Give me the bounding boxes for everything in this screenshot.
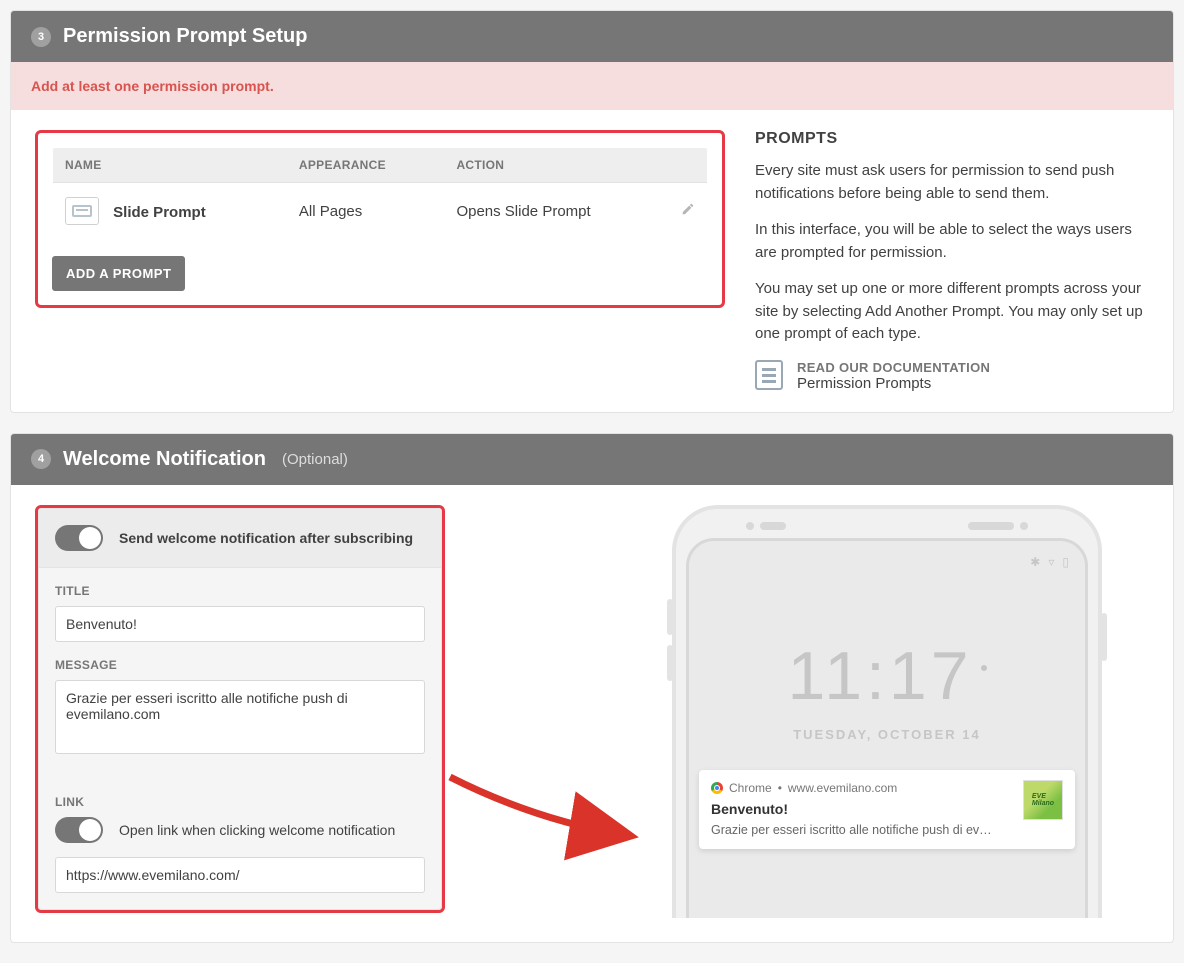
chrome-icon <box>711 782 723 794</box>
step-number: 3 <box>31 27 51 47</box>
panel-header: 4 Welcome Notification (Optional) <box>11 434 1173 485</box>
permission-prompt-panel: 3 Permission Prompt Setup Add at least o… <box>10 10 1174 413</box>
link-input[interactable] <box>55 857 425 893</box>
open-link-toggle[interactable] <box>55 817 103 843</box>
col-action: ACTION <box>444 148 669 183</box>
welcome-notification-panel: 4 Welcome Notification (Optional) Send w… <box>10 433 1174 943</box>
step-number: 4 <box>31 449 51 469</box>
welcome-form-highlight: Send welcome notification after subscrib… <box>35 505 445 913</box>
panel-header: 3 Permission Prompt Setup <box>11 11 1173 62</box>
row-appearance: All Pages <box>287 183 445 240</box>
notif-title: Benvenuto! <box>711 800 1013 820</box>
send-welcome-toggle[interactable] <box>55 525 103 551</box>
step-title: Permission Prompt Setup <box>63 25 308 48</box>
prompt-table-highlight: NAME APPEARANCE ACTION Slide Prompt <box>35 130 725 308</box>
bluetooth-icon: ✱ <box>1030 555 1040 569</box>
notif-message: Grazie per esseri iscritto alle notifich… <box>711 822 1011 840</box>
lock-date: TUESDAY, OCTOBER 14 <box>699 727 1075 742</box>
title-label: TITLE <box>55 584 425 598</box>
phone-preview: ✱ ▿ ▯ 11:17 TUESDAY, OCTOBER 14 Chrome • <box>672 505 1102 918</box>
notif-browser: Chrome <box>729 780 772 797</box>
notif-domain: www.evemilano.com <box>788 780 897 797</box>
title-input[interactable] <box>55 606 425 642</box>
help-p1: Every site must ask users for permission… <box>755 160 1149 205</box>
documentation-icon <box>755 360 783 390</box>
col-appearance: APPEARANCE <box>287 148 445 183</box>
link-label: LINK <box>55 795 425 809</box>
notif-app-logo: EVEMilano <box>1023 780 1063 820</box>
welcome-form: Send welcome notification after subscrib… <box>38 508 442 910</box>
lock-clock: 11:17 <box>699 637 1075 715</box>
prompts-help: PROMPTS Every site must ask users for pe… <box>755 130 1149 392</box>
doc-link[interactable]: Permission Prompts <box>797 375 990 392</box>
help-p2: In this interface, you will be able to s… <box>755 219 1149 264</box>
open-link-toggle-label: Open link when clicking welcome notifica… <box>119 822 395 838</box>
message-input[interactable]: Grazie per esseri iscritto alle notifich… <box>55 680 425 754</box>
status-icons: ✱ ▿ ▯ <box>699 555 1075 577</box>
doc-heading: READ OUR DOCUMENTATION <box>797 360 990 375</box>
step-optional: (Optional) <box>282 451 348 468</box>
col-name: NAME <box>53 148 287 183</box>
notification-preview: Chrome • www.evemilano.com Benvenuto! Gr… <box>699 770 1075 850</box>
edit-icon[interactable] <box>681 203 695 220</box>
step-title: Welcome Notification <box>63 448 266 471</box>
add-prompt-button[interactable]: ADD A PROMPT <box>52 256 185 291</box>
battery-icon: ▯ <box>1062 555 1069 569</box>
table-row[interactable]: Slide Prompt All Pages Opens Slide Promp… <box>53 183 708 240</box>
row-action: Opens Slide Prompt <box>444 183 669 240</box>
error-banner: Add at least one permission prompt. <box>11 62 1173 110</box>
slide-prompt-icon <box>65 197 99 225</box>
annotation-arrow <box>455 505 615 885</box>
help-p3: You may set up one or more different pro… <box>755 278 1149 346</box>
wifi-icon: ▿ <box>1048 555 1054 569</box>
message-label: MESSAGE <box>55 658 425 672</box>
send-welcome-toggle-label: Send welcome notification after subscrib… <box>119 530 413 546</box>
row-name: Slide Prompt <box>113 204 206 221</box>
help-heading: PROMPTS <box>755 130 1149 148</box>
prompts-table: NAME APPEARANCE ACTION Slide Prompt <box>52 147 708 240</box>
